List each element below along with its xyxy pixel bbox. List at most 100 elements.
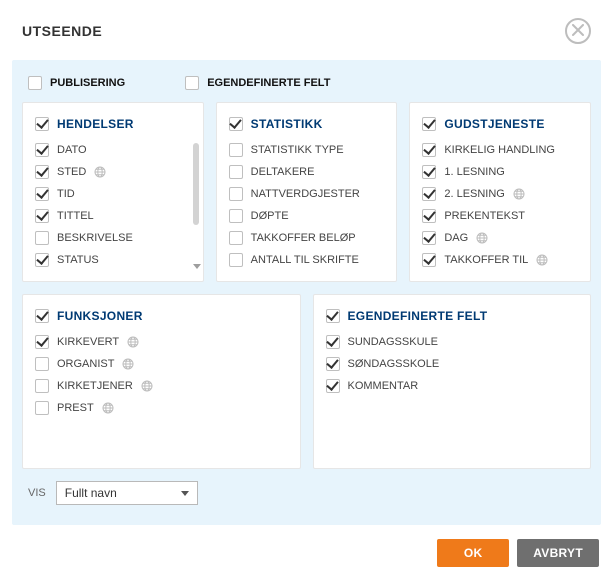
cancel-button[interactable]: AVBRYT (517, 539, 599, 567)
list-item[interactable]: TID (35, 187, 191, 201)
card-list: STATISTIKK TYPE DELTAKERE NATTVERDGJESTER D… (229, 143, 385, 267)
item-label: NATTVERDGJESTER (251, 188, 360, 200)
vis-selected-value: Fullt navn (65, 486, 117, 500)
list-item[interactable]: ORGANIST (35, 357, 288, 371)
card-header[interactable]: EGENDEFINERTE FELT (326, 309, 579, 323)
checkbox[interactable] (422, 165, 436, 179)
globe-icon (536, 254, 548, 266)
card-header[interactable]: STATISTIKK (229, 117, 385, 131)
list-item[interactable]: NATTVERDGJESTER (229, 187, 385, 201)
checkbox[interactable] (229, 117, 243, 131)
item-label: ORGANIST (57, 358, 114, 370)
list-item[interactable]: DATO (35, 143, 191, 157)
globe-icon (141, 380, 153, 392)
close-button[interactable] (565, 18, 591, 44)
list-item[interactable]: 2. LESNING (422, 187, 578, 201)
list-item[interactable]: DELTAKERE (229, 165, 385, 179)
checkbox[interactable] (229, 209, 243, 223)
card-header[interactable]: HENDELSER (35, 117, 191, 131)
card-title: GUDSTJENESTE (444, 117, 544, 131)
checkbox[interactable] (35, 335, 49, 349)
list-item[interactable]: TAKKOFFER TIL (422, 253, 578, 267)
checkbox[interactable] (35, 117, 49, 131)
checkbox[interactable] (229, 165, 243, 179)
close-icon (572, 24, 584, 39)
list-item[interactable]: STATISTIKK TYPE (229, 143, 385, 157)
ok-button[interactable]: OK (437, 539, 509, 567)
list-item[interactable]: KIRKEVERT (35, 335, 288, 349)
card-egendef-felt: EGENDEFINERTE FELT SUNDAGSSKULE SØNDAGSSKO… (313, 294, 592, 469)
checkbox[interactable] (326, 335, 340, 349)
card-statistikk: STATISTIKK STATISTIKK TYPE DELTAKERE NATTVE… (216, 102, 398, 282)
publisering-check[interactable]: PUBLISERING (28, 76, 125, 90)
checkbox[interactable] (326, 309, 340, 323)
vis-row: VIS Fullt navn (22, 469, 591, 505)
checkbox[interactable] (229, 231, 243, 245)
checkbox[interactable] (35, 357, 49, 371)
checkbox[interactable] (326, 357, 340, 371)
list-item[interactable]: 1. LESNING (422, 165, 578, 179)
item-label: STATISTIKK TYPE (251, 144, 344, 156)
checkbox[interactable] (422, 231, 436, 245)
list-item[interactable]: ANTALL TIL SKRIFTE (229, 253, 385, 267)
cards-row-1: HENDELSER DATO STED TID TITTEL BESKRIVELSE STA… (22, 102, 591, 282)
egendef-check[interactable]: EGENDEFINERTE FELT (185, 76, 330, 90)
item-label: KOMMENTAR (348, 380, 419, 392)
list-item[interactable]: SØNDAGSSKOLE (326, 357, 579, 371)
card-title: FUNKSJONER (57, 309, 143, 323)
checkbox[interactable] (422, 117, 436, 131)
scroll-down-icon[interactable] (193, 264, 201, 269)
item-label: ANTALL TIL SKRIFTE (251, 254, 359, 266)
checkbox[interactable] (229, 143, 243, 157)
list-item[interactable]: SUNDAGSSKULE (326, 335, 579, 349)
list-item[interactable]: DØPTE (229, 209, 385, 223)
card-list: KIRKELIG HANDLING 1. LESNING 2. LESNING PRE… (422, 143, 578, 267)
card-list: DATO STED TID TITTEL BESKRIVELSE STATUS (35, 143, 191, 267)
item-label: TITTEL (57, 210, 94, 222)
checkbox[interactable] (35, 165, 49, 179)
list-item[interactable]: KOMMENTAR (326, 379, 579, 393)
checkbox[interactable] (35, 143, 49, 157)
card-list: SUNDAGSSKULE SØNDAGSSKOLE KOMMENTAR (326, 335, 579, 393)
list-item[interactable]: PREKENTEKST (422, 209, 578, 223)
item-label: PREST (57, 402, 94, 414)
vis-label: VIS (28, 487, 46, 499)
list-item[interactable]: STATUS (35, 253, 191, 267)
checkbox[interactable] (422, 187, 436, 201)
list-item[interactable]: TAKKOFFER BELØP (229, 231, 385, 245)
checkbox[interactable] (35, 379, 49, 393)
checkbox[interactable] (28, 76, 42, 90)
list-item[interactable]: KIRKETJENER (35, 379, 288, 393)
top-check-row: PUBLISERING EGENDEFINERTE FELT (22, 72, 591, 102)
checkbox[interactable] (229, 253, 243, 267)
list-item[interactable]: TITTEL (35, 209, 191, 223)
checkbox[interactable] (35, 401, 49, 415)
globe-icon (476, 232, 488, 244)
list-item[interactable]: STED (35, 165, 191, 179)
checkbox[interactable] (422, 253, 436, 267)
card-header[interactable]: GUDSTJENESTE (422, 117, 578, 131)
vis-select[interactable]: Fullt navn (56, 481, 198, 505)
list-item[interactable]: KIRKELIG HANDLING (422, 143, 578, 157)
checkbox[interactable] (185, 76, 199, 90)
checkbox[interactable] (229, 187, 243, 201)
scrollbar[interactable] (193, 143, 199, 225)
list-item[interactable]: DAG (422, 231, 578, 245)
globe-icon (94, 166, 106, 178)
checkbox[interactable] (422, 209, 436, 223)
item-label: SØNDAGSSKOLE (348, 358, 440, 370)
checkbox[interactable] (35, 253, 49, 267)
checkbox[interactable] (326, 379, 340, 393)
list-item[interactable]: BESKRIVELSE (35, 231, 191, 245)
item-label: BESKRIVELSE (57, 232, 133, 244)
checkbox[interactable] (422, 143, 436, 157)
list-item[interactable]: PREST (35, 401, 288, 415)
globe-icon (513, 188, 525, 200)
checkbox[interactable] (35, 187, 49, 201)
card-header[interactable]: FUNKSJONER (35, 309, 288, 323)
card-title: HENDELSER (57, 117, 134, 131)
checkbox[interactable] (35, 231, 49, 245)
checkbox[interactable] (35, 209, 49, 223)
item-label: TID (57, 188, 75, 200)
checkbox[interactable] (35, 309, 49, 323)
